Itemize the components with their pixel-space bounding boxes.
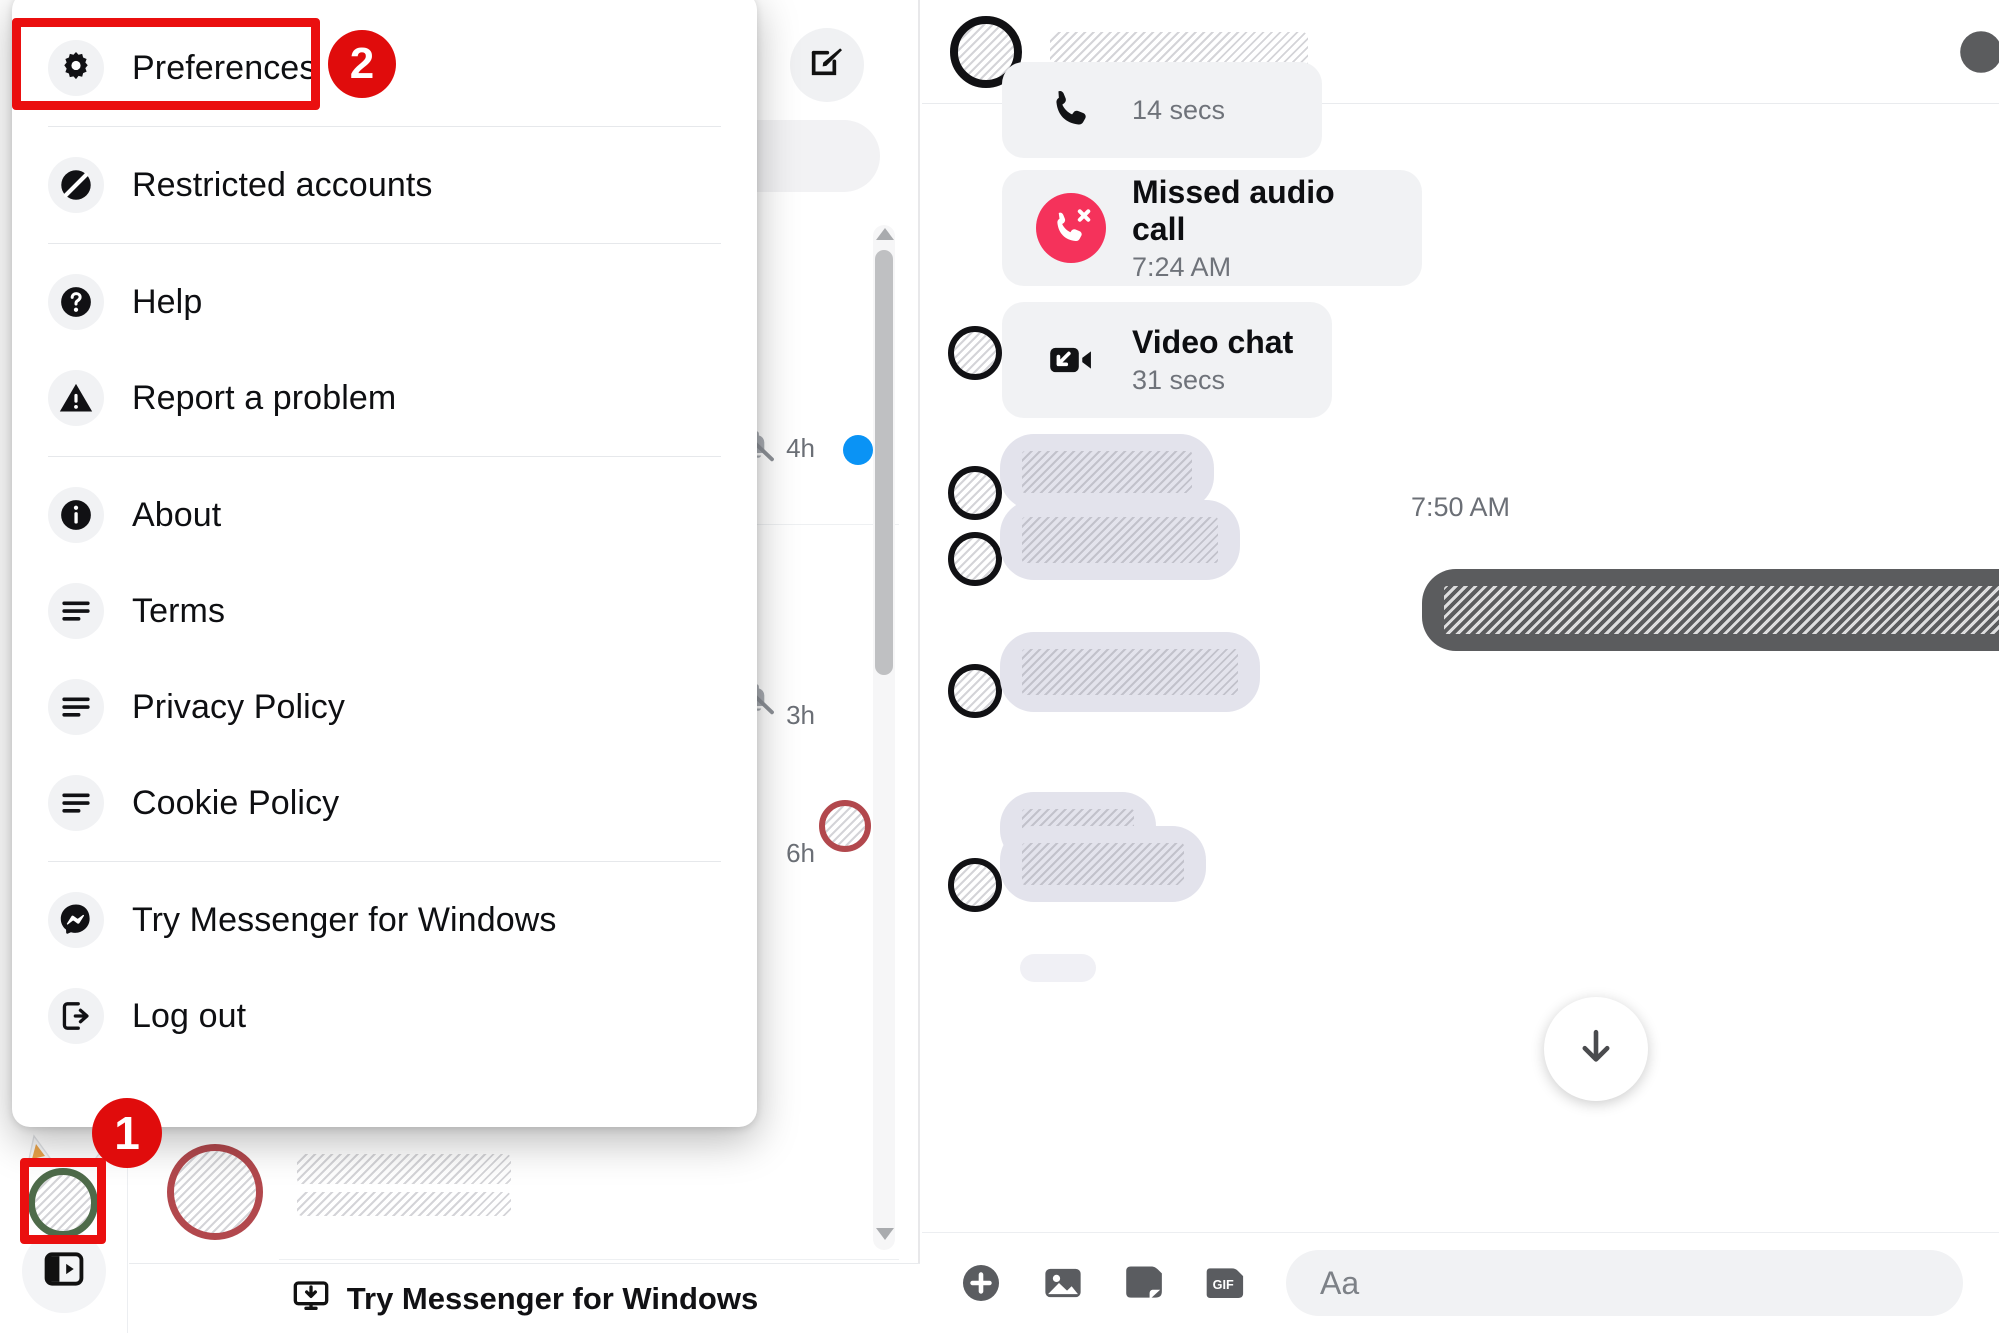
menu-item-label: About: [132, 495, 222, 534]
list-item-time: 6h: [786, 838, 815, 868]
chat-list-scrollbar-thumb[interactable]: [875, 250, 893, 675]
call-event-card: Missed audio call 7:24 AM: [1002, 170, 1422, 286]
message-bubble[interactable]: [1000, 434, 1214, 510]
divider: [279, 1259, 899, 1260]
call-event-card: 14 secs: [1002, 62, 1322, 158]
divider: [48, 456, 721, 457]
image-icon[interactable]: [1040, 1260, 1086, 1306]
menu-item-label: Preferences: [132, 48, 317, 87]
conversation-thread: 14 secs Missed audio call 7:24 AM Video …: [922, 0, 1999, 1333]
annotation-badge-2: 2: [328, 30, 396, 98]
expand-sidebar-icon: [42, 1247, 86, 1296]
avatar: [948, 466, 1002, 520]
message-text-redacted: [1444, 586, 1999, 634]
try-messenger-banner[interactable]: Try Messenger for Windows: [129, 1263, 920, 1333]
document-lines-icon: [48, 679, 104, 735]
avatar: [819, 800, 871, 852]
menu-item-cookie-policy[interactable]: Cookie Policy: [12, 755, 757, 851]
warning-triangle-icon: [48, 370, 104, 426]
svg-text:GIF: GIF: [1213, 1278, 1234, 1292]
unread-dot: [843, 435, 873, 465]
messenger-logo-icon: [48, 892, 104, 948]
scroll-down-arrow-icon[interactable]: [876, 1228, 894, 1240]
avatar: [948, 858, 1002, 912]
message-text-redacted: [1022, 649, 1238, 695]
call-event-meta: 31 secs: [1132, 365, 1226, 395]
divider: [48, 861, 721, 862]
message-text-redacted: [1022, 843, 1184, 885]
divider: [48, 126, 721, 127]
info-icon[interactable]: [1955, 26, 1999, 83]
expand-sidebar-button[interactable]: [22, 1229, 106, 1313]
message-input[interactable]: Aa: [1286, 1250, 1963, 1316]
document-lines-icon: [48, 583, 104, 639]
list-item-time: 4h: [786, 433, 815, 463]
logout-arrow-icon: [48, 988, 104, 1044]
menu-item-restricted-accounts[interactable]: Restricted accounts: [12, 137, 757, 233]
down-arrow-icon: [1572, 1023, 1620, 1076]
menu-item-terms[interactable]: Terms: [12, 563, 757, 659]
compose-icon: [807, 43, 847, 88]
menu-item-help[interactable]: Help: [12, 254, 757, 350]
message-bubble[interactable]: [1020, 954, 1096, 982]
message-bubble[interactable]: [1000, 632, 1260, 712]
document-lines-icon: [48, 775, 104, 831]
info-icon: [48, 487, 104, 543]
menu-item-about[interactable]: About: [12, 467, 757, 563]
message-list: 14 secs Missed audio call 7:24 AM Video …: [922, 62, 1999, 1232]
avatar: [948, 326, 1002, 380]
message-composer: GIF Aa: [922, 1232, 1999, 1333]
message-bubble-outgoing[interactable]: [1422, 569, 1999, 651]
annotation-badge-1: 1: [92, 1098, 162, 1168]
avatar: [948, 532, 1002, 586]
menu-item-label: Cookie Policy: [132, 783, 340, 822]
avatar: [948, 664, 1002, 718]
menu-item-report-a-problem[interactable]: Report a problem: [12, 350, 757, 446]
menu-item-privacy-policy[interactable]: Privacy Policy: [12, 659, 757, 755]
menu-item-label: Help: [132, 282, 203, 321]
menu-item-label: Terms: [132, 591, 226, 630]
scroll-to-bottom-button[interactable]: [1544, 997, 1648, 1101]
try-messenger-banner-label: Try Messenger for Windows: [346, 1280, 759, 1316]
scroll-up-arrow-icon[interactable]: [876, 228, 894, 240]
list-item-name: [297, 1154, 511, 1184]
video-camera-icon: [1036, 325, 1106, 395]
avatar: [167, 1144, 263, 1240]
list-item[interactable]: [129, 1130, 919, 1260]
message-bubble[interactable]: [1000, 500, 1240, 580]
menu-item-try-messenger-for-windows[interactable]: Try Messenger for Windows: [12, 872, 757, 968]
menu-item-label: Restricted accounts: [132, 165, 433, 204]
menu-item-label: Log out: [132, 996, 247, 1035]
gear-icon: [48, 40, 104, 96]
phone-icon: [1036, 75, 1106, 145]
messenger-window: 4h 3h 6h Try Messenger for Windows Prefe…: [0, 0, 1999, 1333]
call-event-card: Video chat 31 secs: [1002, 302, 1332, 418]
call-event-title: Missed audio call: [1132, 173, 1335, 247]
list-item-snippet: [297, 1192, 511, 1216]
call-event-meta: 14 secs: [1132, 94, 1226, 125]
list-item-time: 3h: [786, 700, 815, 730]
call-event-meta: 7:24 AM: [1132, 251, 1232, 282]
missed-call-icon: [1036, 193, 1106, 263]
menu-item-label: Try Messenger for Windows: [132, 900, 557, 939]
slashed-circle-icon: [48, 157, 104, 213]
new-message-button[interactable]: [790, 28, 864, 102]
menu-item-log-out[interactable]: Log out: [12, 968, 757, 1064]
sticker-icon[interactable]: [1122, 1260, 1168, 1306]
plus-circle-icon[interactable]: [958, 1260, 1004, 1306]
message-input-placeholder: Aa: [1320, 1264, 1360, 1301]
divider: [48, 243, 721, 244]
profile-avatar-rail-button[interactable]: [28, 1168, 98, 1238]
monitor-download-icon: [291, 1276, 331, 1321]
settings-dropdown-menu: Preferences Restricted accounts Help Rep…: [12, 0, 757, 1127]
question-mark-icon: [48, 274, 104, 330]
menu-item-label: Report a problem: [132, 378, 397, 417]
message-text-redacted: [1022, 517, 1218, 563]
gif-icon[interactable]: GIF: [1204, 1260, 1250, 1306]
menu-item-label: Privacy Policy: [132, 687, 346, 726]
call-event-title: Video chat: [1132, 324, 1294, 360]
message-text-redacted: [1022, 451, 1192, 493]
message-bubble[interactable]: [1000, 826, 1206, 902]
